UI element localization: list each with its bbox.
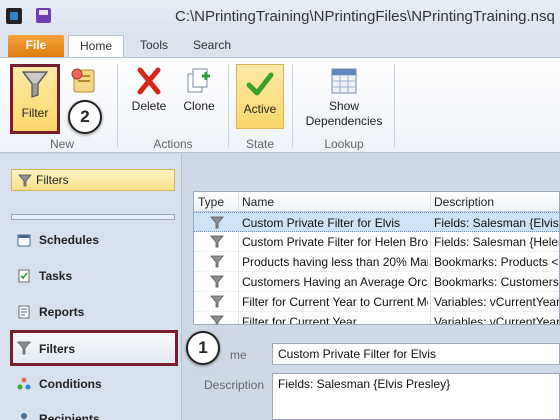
ribbon-separator — [117, 64, 118, 148]
filter-icon — [17, 341, 31, 355]
nav-item-label: Tasks — [39, 269, 73, 283]
nav-filter-header[interactable]: Filters — [11, 169, 175, 191]
conditions-icon — [17, 377, 31, 390]
nav-splitter[interactable] — [11, 214, 175, 220]
recipients-icon — [21, 413, 27, 419]
filter-icon — [21, 71, 49, 98]
description-field[interactable]: Fields: Salesman {Elvis Presley} — [272, 373, 560, 420]
row-description: Fields: Salesman {Helen — [434, 235, 560, 249]
app-icon[interactable] — [6, 8, 22, 24]
filter-icon — [210, 275, 224, 288]
ribbon-separator — [228, 64, 229, 148]
title-bar: C:\NPrintingTraining\NPrintingFiles\NPri… — [0, 0, 560, 33]
nav-filter-header-label: Filters — [36, 173, 69, 187]
checkmark-icon — [246, 72, 274, 96]
nav-item-recipients[interactable]: Recipients — [13, 404, 178, 420]
column-header-description[interactable]: Description — [434, 195, 494, 209]
filter-icon — [210, 216, 224, 229]
table-row[interactable]: Custom Private Filter for Helen Brol Fie… — [194, 232, 560, 252]
description-field-label: Description — [204, 378, 265, 392]
reports-icon — [18, 305, 30, 319]
new-filter-button[interactable]: Filter — [10, 64, 60, 134]
clone-button[interactable]: Clone — [178, 66, 220, 114]
nav-item-conditions[interactable]: Conditions — [13, 369, 178, 399]
window-title: C:\NPrintingTraining\NPrintingFiles\NPri… — [175, 8, 555, 25]
active-toggle-button[interactable]: Active — [236, 64, 284, 129]
new-item-icon[interactable] — [68, 66, 100, 96]
delete-label: Delete — [131, 99, 167, 113]
table-row[interactable]: Products having less than 20% Mar Bookma… — [194, 252, 560, 272]
dependencies-icon — [331, 68, 357, 94]
callout-badge-2: 2 — [68, 100, 102, 134]
row-description: Variables: vCurrentYear { — [434, 315, 560, 325]
nav-item-label: Conditions — [39, 377, 102, 391]
column-header-type[interactable]: Type — [198, 195, 224, 209]
filter-icon — [210, 235, 224, 248]
row-name: Filter for Current Year to Current Mo — [242, 295, 428, 309]
nav-item-label: Reports — [39, 305, 85, 319]
tab-home[interactable]: Home — [68, 35, 124, 57]
table-row[interactable]: Filter for Current Year to Current Mo Va… — [194, 292, 560, 312]
nav-item-reports[interactable]: Reports — [13, 297, 178, 327]
tab-tools[interactable]: Tools — [128, 35, 180, 57]
filters-grid: Type Name Description Custom Private Fil… — [193, 191, 560, 325]
delete-icon — [137, 67, 161, 95]
table-row[interactable]: Customers Having an Average Orc Bookmark… — [194, 272, 560, 292]
tab-file[interactable]: File — [8, 35, 64, 57]
filter-icon — [210, 315, 224, 324]
callout-badge-1: 1 — [186, 331, 220, 365]
tasks-icon — [18, 269, 30, 283]
filter-icon — [18, 174, 32, 187]
ribbon-tabs: File Home Tools Search — [0, 33, 560, 57]
nav-item-tasks[interactable]: Tasks — [13, 261, 178, 291]
group-label-new: New — [49, 137, 74, 151]
nav-item-label: Filters — [39, 342, 76, 356]
ribbon-separator — [292, 64, 293, 148]
group-label-actions: Actions — [153, 137, 193, 151]
grid-header: Type Name Description — [194, 192, 559, 212]
tab-search[interactable]: Search — [184, 35, 240, 57]
active-label: Active — [243, 102, 277, 116]
column-header-name[interactable]: Name — [242, 195, 274, 209]
row-name: Products having less than 20% Mar — [242, 255, 428, 269]
row-name: Filter for Current Year — [242, 315, 357, 325]
nav-item-label: Recipients — [39, 412, 100, 420]
left-navigation: Filters Schedules Tasks Reports Filters … — [0, 154, 182, 420]
filter-icon — [210, 295, 224, 308]
new-filter-label: Filter — [21, 106, 49, 120]
row-description: Bookmarks: Customers A — [434, 275, 560, 289]
clone-icon — [187, 68, 210, 93]
ribbon-separator — [394, 64, 395, 148]
row-name: Custom Private Filter for Helen Brol — [242, 235, 428, 249]
nav-item-label: Schedules — [39, 233, 100, 247]
table-row[interactable]: Filter for Current Year Variables: vCurr… — [194, 312, 560, 325]
row-description: Fields: Salesman {Elvis Pr — [434, 216, 559, 230]
dependencies-label: Dependencies — [305, 114, 383, 128]
row-description: Variables: vCurrentYear { — [434, 295, 560, 309]
delete-button[interactable]: Delete — [128, 66, 170, 114]
nav-item-filters[interactable]: Filters — [10, 330, 178, 366]
schedules-icon — [17, 234, 31, 247]
show-label: Show — [328, 99, 360, 113]
group-label-state: State — [245, 137, 275, 151]
table-row[interactable]: Custom Private Filter for Elvis Fields: … — [194, 212, 559, 232]
show-dependencies-button[interactable]: Show Dependencies — [302, 66, 386, 129]
name-field[interactable]: Custom Private Filter for Elvis — [272, 343, 560, 365]
name-field-label: me — [230, 348, 247, 362]
nav-item-schedules[interactable]: Schedules — [13, 225, 178, 255]
row-description: Bookmarks: Products < 2 — [434, 255, 560, 269]
row-name: Customers Having an Average Orc — [242, 275, 428, 289]
row-name: Custom Private Filter for Elvis — [242, 216, 401, 230]
filter-icon — [210, 255, 224, 268]
save-icon[interactable] — [36, 8, 51, 23]
clone-label: Clone — [183, 99, 215, 113]
group-label-lookup: Lookup — [324, 137, 364, 151]
